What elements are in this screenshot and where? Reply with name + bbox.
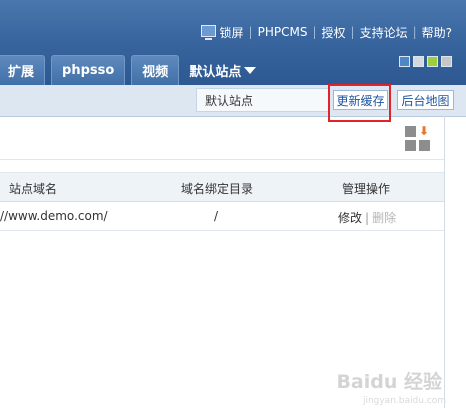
column-header-bind-dir: 域名绑定目录: [181, 182, 254, 196]
refresh-cache-button[interactable]: 更新缓存: [333, 90, 388, 110]
theme-swatch-green[interactable]: [427, 56, 438, 67]
help-link[interactable]: 帮助?: [422, 24, 452, 41]
site-switch-label: 默认站点: [189, 64, 242, 80]
sub-toolbar: 默认站点 更新缓存 后台地图: [0, 85, 466, 117]
link-separator: |: [248, 25, 253, 39]
theme-swatch-silver[interactable]: [441, 56, 452, 67]
monitor-icon: [200, 25, 216, 40]
action-separator: |: [365, 211, 370, 225]
divider: [0, 159, 444, 160]
watermark-url: jingyan.baidu.com: [362, 396, 446, 406]
tab-extend[interactable]: 扩展: [0, 55, 46, 85]
dropdown-triangle-icon: [244, 66, 257, 74]
top-header: 锁屏 | PHPCMS | 授权 | 支持论坛 | 帮助? 扩展 phpsso …: [0, 0, 466, 85]
current-site-label: 默认站点: [196, 88, 330, 112]
column-header-actions: 管理操作: [342, 182, 391, 196]
table-row: //www.demo.com/ / 修改 | 删除: [0, 201, 444, 231]
site-switch-menu[interactable]: 默认站点: [185, 55, 260, 85]
content-border: [444, 116, 445, 408]
main-nav: 扩展 phpsso 视频 默认站点: [0, 55, 266, 85]
layout-grid-icon[interactable]: ⬇: [405, 124, 430, 151]
watermark-logo: Baidu 经验: [336, 371, 442, 393]
delete-link[interactable]: 删除: [372, 211, 396, 225]
cell-bind-dir: /: [214, 209, 219, 223]
cell-actions: 修改 | 删除: [338, 209, 396, 226]
link-separator: |: [350, 25, 355, 39]
cell-domain: //www.demo.com/: [0, 209, 108, 223]
lock-screen-link[interactable]: 锁屏: [220, 24, 244, 41]
top-links: 锁屏 | PHPCMS | 授权 | 支持论坛 | 帮助?: [200, 24, 452, 41]
link-separator: |: [312, 25, 317, 39]
tab-phpsso[interactable]: phpsso: [51, 55, 126, 85]
license-link[interactable]: 授权: [322, 24, 346, 41]
table-header: 站点域名 域名绑定目录 管理操作: [0, 172, 444, 202]
link-separator: |: [412, 25, 417, 39]
theme-swatch-gray[interactable]: [413, 56, 424, 67]
grid-cell: [419, 140, 430, 151]
tab-video[interactable]: 视频: [131, 55, 180, 85]
theme-swatches: [396, 56, 452, 67]
down-arrow-icon: ⬇: [419, 124, 430, 138]
column-header-domain: 站点域名: [9, 182, 58, 196]
grid-cell: [405, 126, 416, 137]
phpcms-link[interactable]: PHPCMS: [258, 25, 308, 39]
theme-swatch-blue[interactable]: [399, 56, 410, 67]
grid-cell: [405, 140, 416, 151]
support-forum-link[interactable]: 支持论坛: [360, 24, 408, 41]
site-map-button[interactable]: 后台地图: [397, 90, 454, 110]
edit-link[interactable]: 修改: [338, 211, 362, 225]
